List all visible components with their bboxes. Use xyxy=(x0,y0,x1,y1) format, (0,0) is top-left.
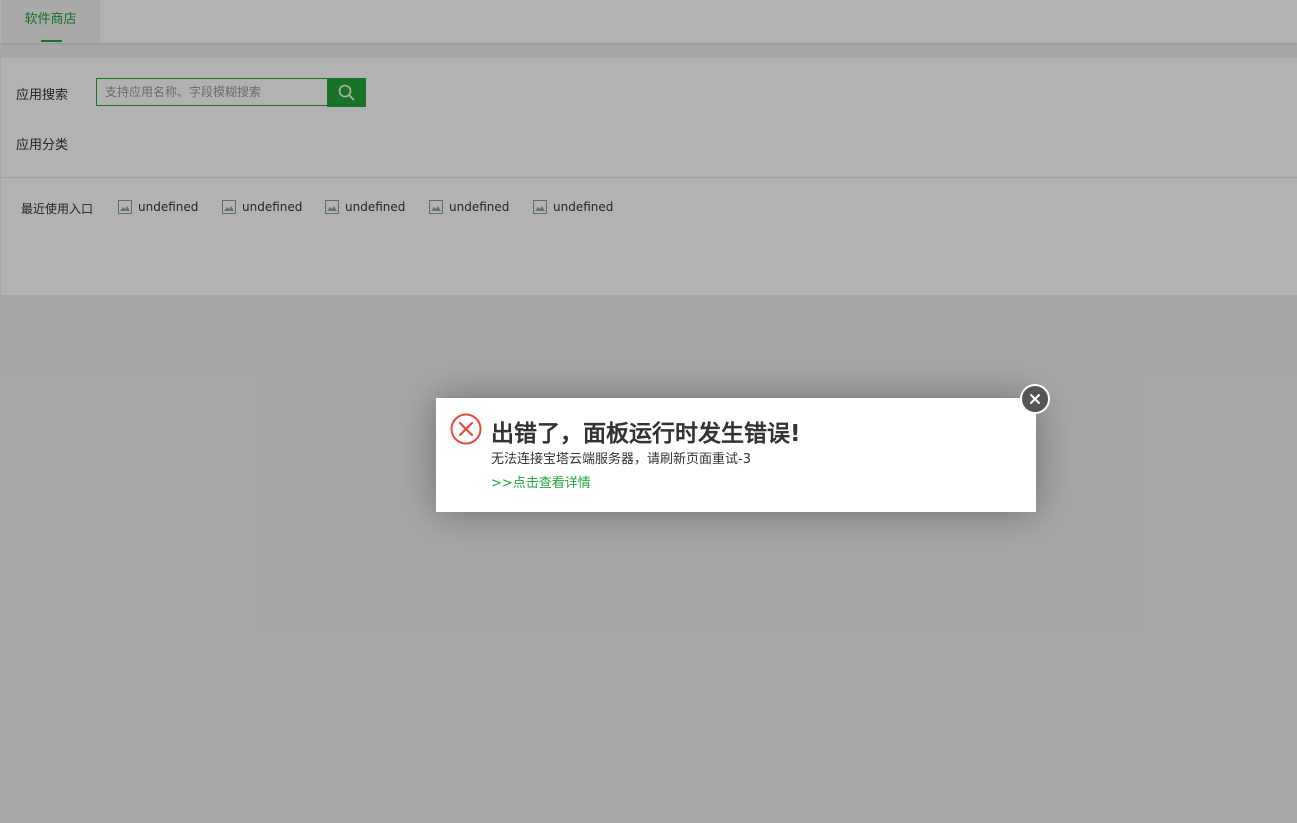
error-message: 无法连接宝塔云端服务器，请刷新页面重试-3 xyxy=(491,452,751,467)
view-details-link[interactable]: >>点击查看详情 xyxy=(491,472,591,491)
app-page: 软件商店 应用搜索 应用分类 最近使用入口 undefined xyxy=(0,0,1297,823)
close-icon xyxy=(1030,394,1040,404)
dialog-close-button[interactable] xyxy=(1020,384,1050,414)
error-circle-icon xyxy=(450,413,482,445)
error-dialog: 出错了，面板运行时发生错误! 无法连接宝塔云端服务器，请刷新页面重试-3 >>点… xyxy=(436,384,1050,512)
error-title: 出错了，面板运行时发生错误! xyxy=(491,421,801,447)
